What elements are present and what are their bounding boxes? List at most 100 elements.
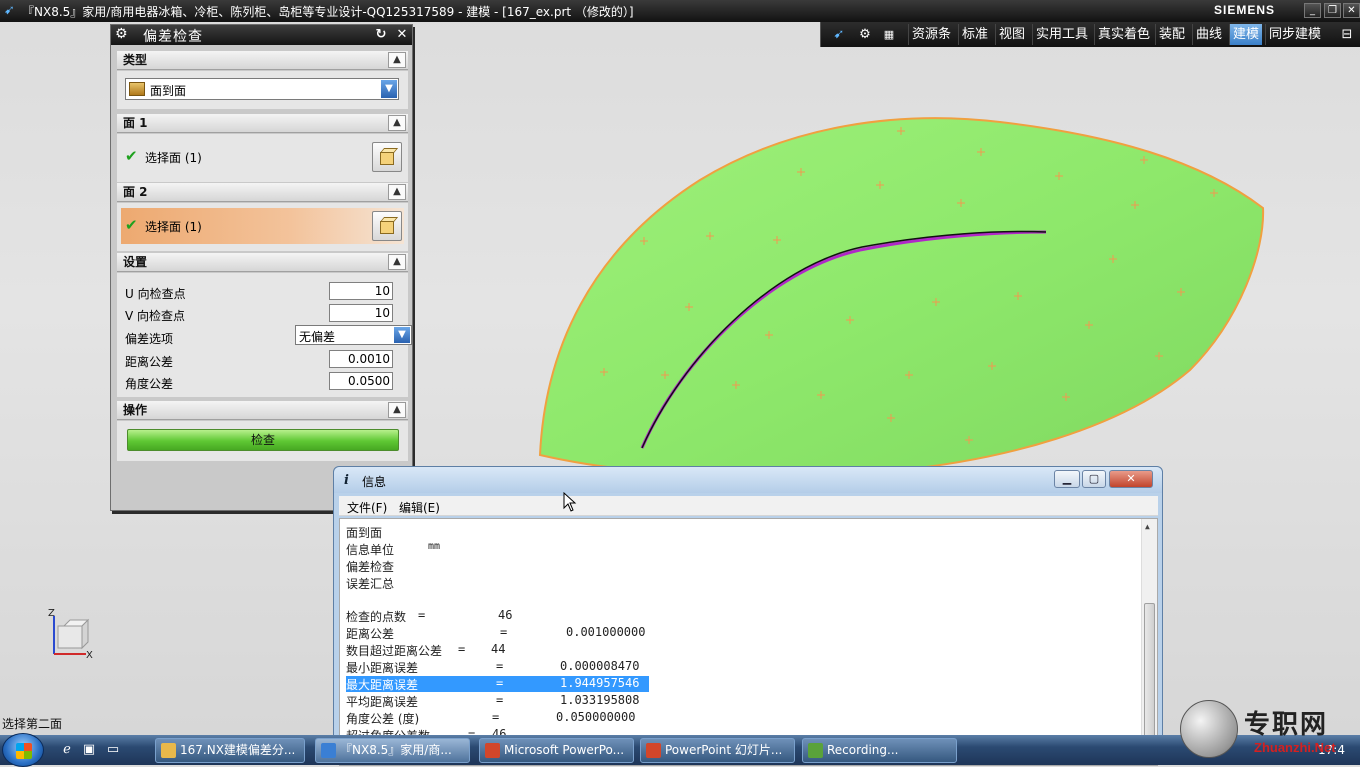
collapse-icon[interactable]: ▲: [388, 52, 406, 68]
v-points-input[interactable]: 10: [329, 304, 393, 322]
recording-icon: [808, 743, 823, 758]
section-settings-label: 设置: [123, 255, 148, 269]
angle-tol-row: 角度公差 0.0500: [125, 372, 405, 392]
chevron-down-icon[interactable]: ▼: [394, 327, 410, 343]
u-points-label: U 向检查点: [125, 287, 186, 301]
watermark-en: Zhuanzhi.Net: [1254, 740, 1336, 755]
task-item[interactable]: PowerPoint 幻灯片...: [640, 738, 795, 763]
info-close-button[interactable]: ✕: [1109, 470, 1153, 488]
info-line: 数目超过距离公差 = 44: [346, 642, 506, 658]
info-window: i 信息 ▁ ▢ ✕ 文件(F) 编辑(E) 面到面 信息单位 mm 偏差检查 误…: [333, 466, 1163, 766]
taskbar: ℯ ▣ ▭ 167.NX建模偏差分... 『NX8.5』家用/商... Micr…: [0, 733, 1360, 767]
angle-tol-label: 角度公差: [125, 377, 174, 391]
nx-icon: [321, 743, 336, 758]
task-item[interactable]: 『NX8.5』家用/商...: [315, 738, 470, 763]
green-surface: [538, 117, 1265, 478]
collapse-icon[interactable]: ▲: [388, 402, 406, 418]
task-item[interactable]: Recording...: [802, 738, 957, 763]
scroll-up-icon[interactable]: ▲: [1145, 522, 1150, 531]
axis-triad: Z X: [48, 608, 93, 660]
dialog-title: 偏差检查: [143, 29, 203, 45]
task-item[interactable]: 167.NX建模偏差分...: [155, 738, 305, 763]
section-settings-header[interactable]: 设置 ▲: [117, 253, 408, 272]
collapse-icon[interactable]: ▲: [388, 254, 406, 270]
u-points-input[interactable]: 10: [329, 282, 393, 300]
info-line: 平均距离误差 = 1.033195808: [346, 693, 640, 709]
info-line: 距离公差 = 0.001000000: [346, 625, 646, 641]
status-prompt: 选择第二面: [2, 717, 63, 731]
section-face2-label: 面 2: [123, 185, 148, 199]
folder-icon: [161, 743, 176, 758]
section-type-header[interactable]: 类型 ▲: [117, 51, 408, 70]
type-dropdown[interactable]: 面到面 ▼: [125, 78, 399, 100]
mouse-cursor-icon: [563, 492, 577, 512]
section-type-body: 面到面 ▼: [117, 71, 408, 109]
u-points-row: U 向检查点 10: [125, 282, 405, 302]
collapse-icon[interactable]: ▲: [388, 184, 406, 200]
info-text-area[interactable]: 面到面 信息单位 mm 偏差检查 误差汇总 检查的点数 = 46 距离公差 = 0.001…: [339, 518, 1158, 766]
scroll-thumb[interactable]: [1144, 603, 1155, 743]
chevron-down-icon[interactable]: ▼: [381, 80, 397, 98]
info-title: 信息: [362, 475, 387, 489]
deviation-option-value: 无偏差: [299, 330, 336, 344]
powerpoint-icon: [646, 743, 661, 758]
info-maximize-button[interactable]: ▢: [1082, 470, 1106, 488]
windows-logo-icon: [16, 743, 32, 759]
info-title-bar: i 信息 ▁ ▢ ✕: [334, 467, 1162, 493]
check-icon: ✔: [125, 147, 138, 165]
section-face2-body: ✔ 选择面 (1): [117, 203, 408, 251]
menu-file[interactable]: 文件(F): [347, 499, 387, 516]
ie-icon[interactable]: ℯ: [58, 742, 76, 758]
select-face-cube-icon[interactable]: [372, 142, 402, 172]
info-line: 最小距离误差 = 0.000008470: [346, 659, 640, 675]
distance-tol-row: 距离公差 0.0010: [125, 350, 405, 370]
task-item[interactable]: Microsoft PowerPo...: [479, 738, 634, 763]
angle-tol-input[interactable]: 0.0500: [329, 372, 393, 390]
info-line-highlighted[interactable]: 最大距离误差 = 1.944957546: [346, 676, 649, 692]
v-points-label: V 向检查点: [125, 309, 186, 323]
face-to-face-icon: [129, 82, 145, 96]
section-face1-label: 面 1: [123, 116, 148, 130]
info-line: 角度公差 (度) = 0.050000000: [346, 710, 636, 726]
check-button[interactable]: 检查: [127, 429, 399, 451]
globe-icon: [1180, 700, 1238, 758]
watermark-logo: 专职网 Zhuanzhi.Net: [1180, 700, 1355, 762]
info-scrollbar[interactable]: ▲: [1141, 519, 1157, 765]
section-type-label: 类型: [123, 53, 148, 67]
section-operation-header[interactable]: 操作 ▲: [117, 401, 408, 420]
reset-icon[interactable]: ↻: [373, 27, 389, 43]
menu-edit[interactable]: 编辑(E): [399, 499, 440, 516]
info-line: 检查的点数 = 46: [346, 608, 513, 624]
dialog-gear-icon[interactable]: ⚙: [115, 26, 128, 42]
deviation-option-dropdown[interactable]: 无偏差 ▼: [295, 325, 412, 345]
switch-windows-icon[interactable]: ▭: [104, 742, 122, 758]
distance-tol-label: 距离公差: [125, 355, 174, 369]
section-face2-header[interactable]: 面 2 ▲: [117, 183, 408, 202]
info-icon: i: [344, 473, 349, 488]
start-button[interactable]: [2, 733, 44, 767]
type-value: 面到面: [150, 84, 187, 98]
section-operation-label: 操作: [123, 403, 148, 417]
distance-tol-input[interactable]: 0.0010: [329, 350, 393, 368]
select-face-cube-icon[interactable]: [372, 211, 402, 241]
deviation-check-dialog: ⚙ 偏差检查 ↻ ✕ 类型 ▲ 面到面 ▼ 面 1 ▲ ✔ 选择面 (1) 面 …: [110, 24, 413, 511]
info-minimize-button[interactable]: ▁: [1054, 470, 1080, 488]
select-face2-row[interactable]: ✔ 选择面 (1): [121, 208, 404, 244]
deviation-option-row: 偏差选项 无偏差 ▼: [125, 325, 412, 347]
show-desktop-icon[interactable]: ▣: [80, 742, 98, 758]
dialog-close-icon[interactable]: ✕: [394, 27, 410, 43]
deviation-option-label: 偏差选项: [125, 332, 174, 346]
axis-x-label: X: [86, 650, 93, 660]
dialog-title-bar: ⚙ 偏差检查 ↻ ✕: [111, 25, 412, 45]
select-face1-label: 选择面 (1): [145, 151, 202, 165]
axis-z-label: Z: [48, 608, 55, 619]
powerpoint-icon: [485, 743, 500, 758]
info-menubar: 文件(F) 编辑(E): [339, 496, 1158, 516]
select-face1-row[interactable]: ✔ 选择面 (1): [121, 139, 404, 175]
watermark-cn: 专职网: [1244, 710, 1329, 740]
collapse-icon[interactable]: ▲: [388, 115, 406, 131]
check-icon: ✔: [125, 216, 138, 234]
v-points-row: V 向检查点 10: [125, 304, 405, 324]
select-face2-label: 选择面 (1): [145, 220, 202, 234]
section-face1-header[interactable]: 面 1 ▲: [117, 114, 408, 133]
